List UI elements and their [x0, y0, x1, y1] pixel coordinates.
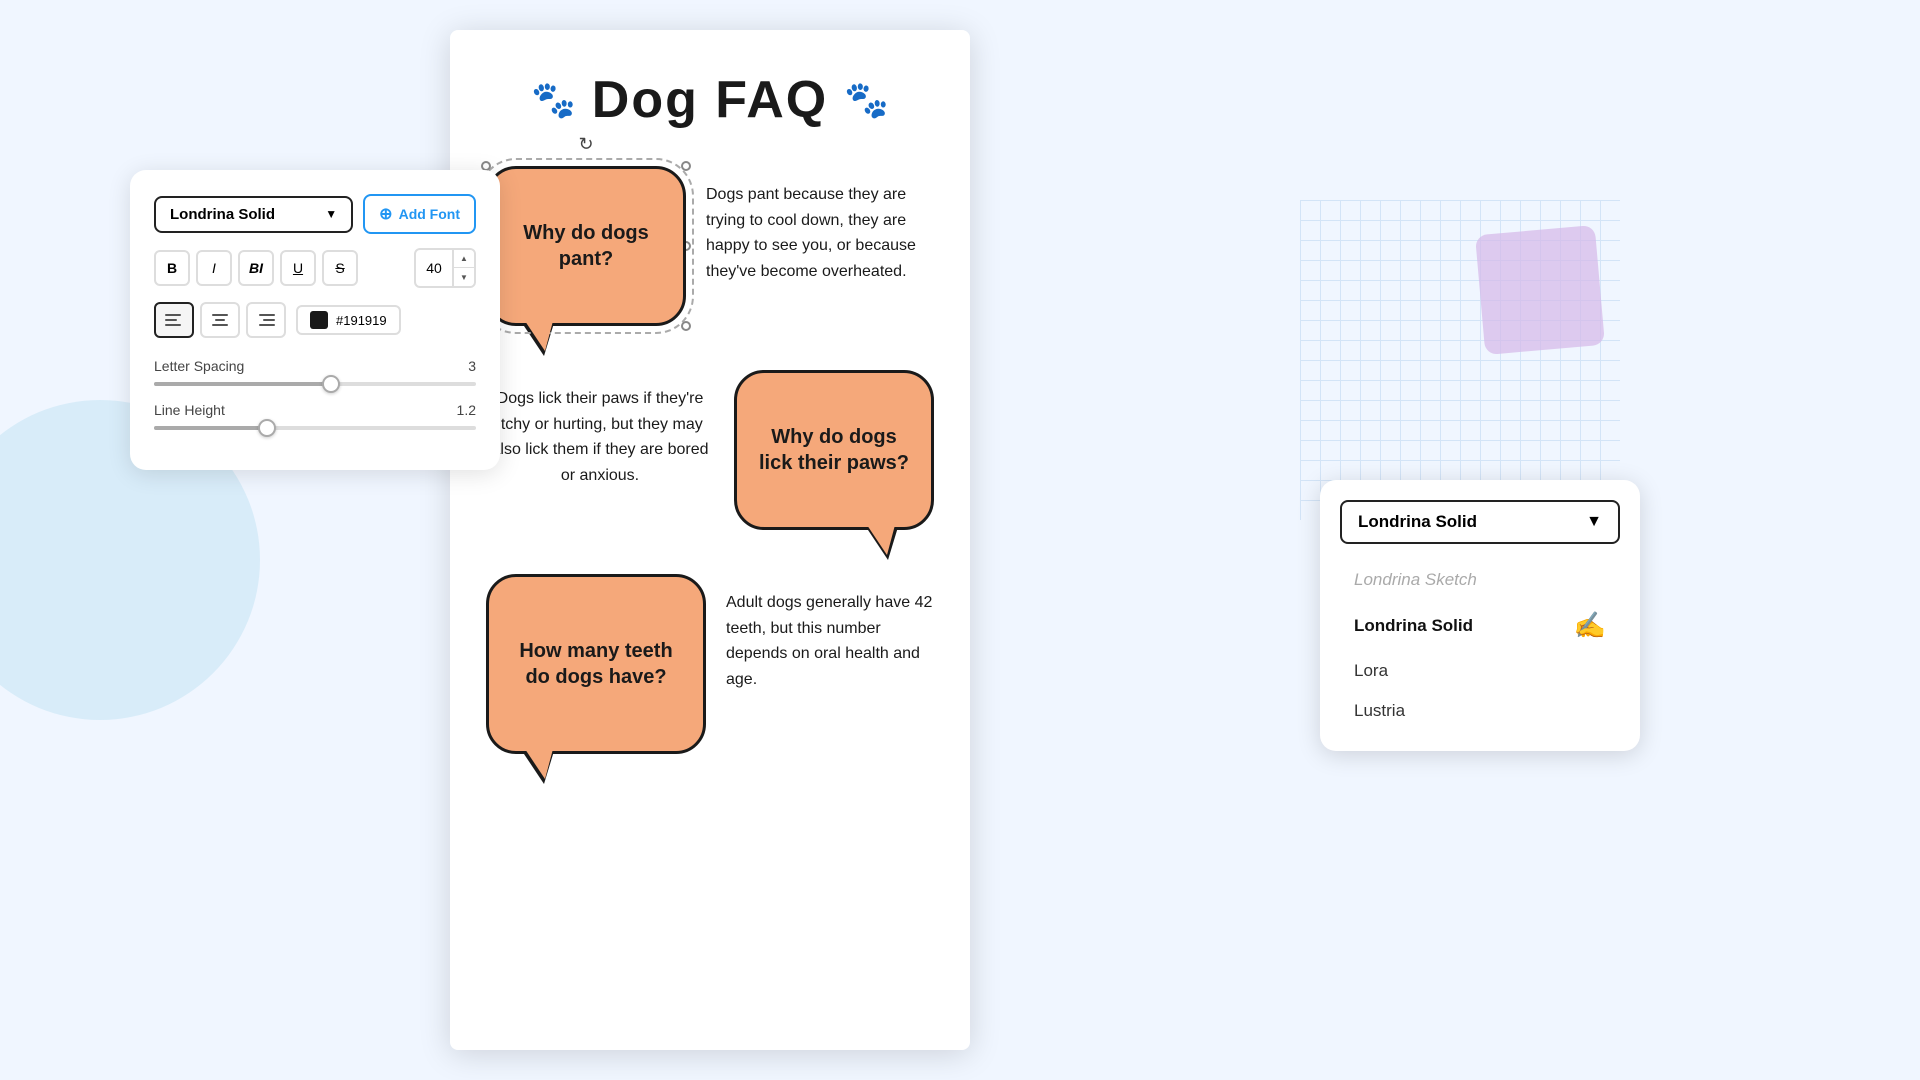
cursor-hand-icon: ✍: [1574, 610, 1606, 641]
align-center-button[interactable]: [200, 302, 240, 338]
font-panel-selected-label: Londrina Solid: [1358, 512, 1477, 532]
font-option-label-lustria: Lustria: [1354, 701, 1405, 721]
font-option-label-sketch: Londrina Sketch: [1354, 570, 1477, 590]
handle-br[interactable]: [681, 321, 691, 331]
answer-text-1: Dogs pant because they are trying to coo…: [706, 166, 934, 284]
align-center-icon: [211, 314, 229, 326]
line-height-value: 1.2: [457, 402, 476, 418]
chevron-down-icon: ▼: [325, 207, 337, 221]
font-option-londrina-solid[interactable]: Londrina Solid ✍: [1340, 600, 1620, 651]
plus-circle-icon: ⊕: [379, 204, 392, 224]
add-font-button[interactable]: ⊕ Add Font: [363, 194, 476, 234]
add-font-label: Add Font: [399, 206, 460, 222]
formatting-row: B I BI U S 40 ▲ ▼: [154, 248, 476, 288]
font-dropdown[interactable]: Londrina Solid ▼: [154, 196, 353, 233]
bold-italic-button[interactable]: BI: [238, 250, 274, 286]
faq-item-2: Why do dogs lick their paws? Dogs lick t…: [486, 370, 934, 530]
question-text-3: How many teeth do dogs have?: [507, 638, 685, 690]
font-size-control: 40 ▲ ▼: [414, 248, 476, 288]
font-size-arrows: ▲ ▼: [452, 250, 474, 286]
line-height-fill: [154, 426, 267, 430]
align-left-button[interactable]: [154, 302, 194, 338]
align-right-button[interactable]: [246, 302, 286, 338]
document-panel: 🐾 Dog FAQ 🐾 ↻ Why do dogs pant? Dogs pan…: [450, 30, 970, 1050]
question-bubble-3[interactable]: How many teeth do dogs have?: [486, 574, 706, 754]
letter-spacing-thumb[interactable]: [322, 375, 340, 393]
align-right-icon: [257, 314, 275, 326]
answer-text-3: Adult dogs generally have 42 teeth, but …: [726, 574, 934, 692]
font-dropdown-panel: Londrina Solid ▼ Londrina Sketch Londrin…: [1320, 480, 1640, 751]
color-hex-label: #191919: [336, 313, 387, 328]
bg-purple-square: [1475, 225, 1605, 355]
bold-button[interactable]: B: [154, 250, 190, 286]
answer-text-2: Dogs lick their paws if they're itchy or…: [486, 370, 714, 488]
font-size-value: 40: [416, 260, 452, 276]
paw-left-icon: 🐾: [531, 79, 576, 121]
rotate-handle[interactable]: ↻: [578, 134, 593, 155]
line-height-section: Line Height 1.2: [154, 402, 476, 430]
letter-spacing-section: Letter Spacing 3: [154, 358, 476, 386]
faq-item-1: ↻ Why do dogs pant? Dogs pant because th…: [486, 166, 934, 326]
font-option-label-solid: Londrina Solid: [1354, 616, 1473, 636]
selected-bubble-wrapper[interactable]: ↻ Why do dogs pant?: [486, 166, 686, 326]
underline-button[interactable]: U: [280, 250, 316, 286]
letter-spacing-fill: [154, 382, 331, 386]
font-panel-header[interactable]: Londrina Solid ▼: [1340, 500, 1620, 544]
paw-right-icon: 🐾: [844, 79, 889, 121]
font-dropdown-label: Londrina Solid: [170, 206, 275, 223]
font-option-lustria[interactable]: Lustria: [1340, 691, 1620, 731]
font-size-up[interactable]: ▲: [454, 250, 474, 268]
color-swatch: [310, 311, 328, 329]
question-text-1: Why do dogs pant?: [507, 220, 665, 272]
text-editor-panel: Londrina Solid ▼ ⊕ Add Font B I BI U S 4…: [130, 170, 500, 470]
font-option-londrina-sketch[interactable]: Londrina Sketch: [1340, 560, 1620, 600]
question-bubble-1[interactable]: Why do dogs pant?: [486, 166, 686, 326]
chevron-down-icon-panel: ▼: [1586, 513, 1602, 531]
letter-spacing-label-row: Letter Spacing 3: [154, 358, 476, 374]
letter-spacing-label: Letter Spacing: [154, 358, 244, 374]
line-height-label: Line Height: [154, 402, 225, 418]
font-option-lora[interactable]: Lora: [1340, 651, 1620, 691]
line-height-thumb[interactable]: [258, 419, 276, 437]
letter-spacing-track[interactable]: [154, 382, 476, 386]
italic-button[interactable]: I: [196, 250, 232, 286]
font-option-label-lora: Lora: [1354, 661, 1388, 681]
line-height-track[interactable]: [154, 426, 476, 430]
align-color-row: #191919: [154, 302, 476, 338]
font-selector-row: Londrina Solid ▼ ⊕ Add Font: [154, 194, 476, 234]
doc-title-row: 🐾 Dog FAQ 🐾: [486, 70, 934, 130]
faq-item-3: How many teeth do dogs have? Adult dogs …: [486, 574, 934, 754]
handle-tr[interactable]: [681, 161, 691, 171]
question-bubble-2[interactable]: Why do dogs lick their paws?: [734, 370, 934, 530]
question-text-2: Why do dogs lick their paws?: [755, 424, 913, 476]
letter-spacing-value: 3: [468, 358, 476, 374]
strikethrough-button[interactable]: S: [322, 250, 358, 286]
color-picker-control[interactable]: #191919: [296, 305, 401, 335]
font-size-down[interactable]: ▼: [454, 268, 474, 286]
doc-title: Dog FAQ: [592, 70, 828, 130]
line-height-label-row: Line Height 1.2: [154, 402, 476, 418]
align-left-icon: [165, 314, 183, 326]
